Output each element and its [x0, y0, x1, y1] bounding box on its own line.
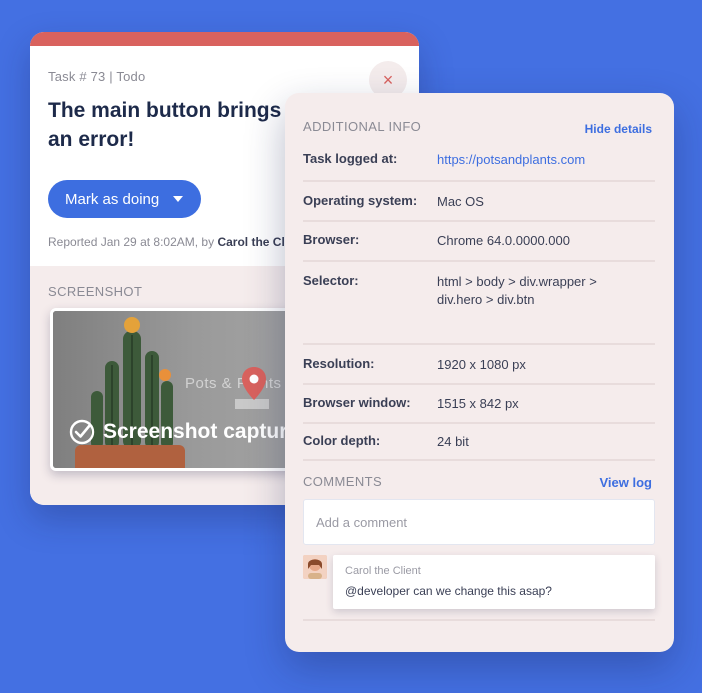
info-label: Operating system: [303, 193, 418, 208]
screenshot-captured-status: Screenshot captured [69, 419, 312, 445]
comment-item: Carol the Client @developer can we chang… [333, 555, 655, 609]
info-label: Resolution: [303, 356, 375, 371]
info-value: 24 bit [437, 434, 469, 449]
task-url-link[interactable]: https://potsandplants.com [437, 151, 585, 169]
divider [303, 343, 655, 345]
chevron-down-icon [173, 196, 183, 202]
plant-pot [75, 445, 185, 468]
comments-heading: COMMENTS [303, 474, 383, 489]
close-icon: × [382, 70, 394, 90]
avatar [303, 555, 327, 579]
location-pin-icon [242, 367, 266, 400]
divider [303, 383, 655, 385]
info-value: Chrome 64.0.0000.000 [437, 233, 570, 248]
info-value: 1515 x 842 px [437, 396, 519, 411]
task-status-bar [30, 32, 419, 46]
info-value: 1920 x 1080 px [437, 357, 526, 372]
info-label: Selector: [303, 273, 359, 288]
user-avatar-icon [303, 555, 327, 579]
reported-prefix: Reported Jan 29 at 8:02AM, by [48, 235, 218, 249]
info-value: html > body > div.wrapper > div.hero > d… [437, 274, 597, 307]
divider [303, 180, 655, 182]
hide-details-link[interactable]: Hide details [585, 122, 652, 136]
info-label: Browser window: [303, 395, 411, 410]
divider [303, 260, 655, 262]
divider [303, 422, 655, 424]
mark-as-doing-button[interactable]: Mark as doing [48, 180, 201, 218]
comment-author: Carol the Client [345, 565, 421, 577]
reported-info: Reported Jan 29 at 8:02AM, by Carol the … [48, 235, 306, 249]
comment-text: @developer can we change this asap? [345, 584, 552, 598]
check-circle-icon [69, 419, 95, 445]
screenshot-brand-text: Pots & Plants [185, 375, 282, 392]
screenshot-label: SCREENSHOT [48, 284, 143, 299]
additional-info-panel: ADDITIONAL INFO Hide details Task logged… [285, 93, 674, 652]
comment-input[interactable] [303, 499, 655, 545]
divider [303, 220, 655, 222]
info-value: Mac OS [437, 194, 484, 209]
view-log-link[interactable]: View log [600, 475, 653, 490]
additional-info-heading: ADDITIONAL INFO [303, 119, 422, 134]
screenshot-captured-label: Screenshot captured [103, 420, 312, 443]
task-meta: Task # 73 | Todo [48, 69, 146, 84]
mark-as-doing-label: Mark as doing [65, 190, 160, 208]
info-label: Color depth: [303, 433, 381, 448]
divider [303, 459, 655, 461]
info-label: Task logged at: [303, 151, 398, 166]
info-label: Browser: [303, 232, 360, 247]
divider [303, 619, 655, 621]
